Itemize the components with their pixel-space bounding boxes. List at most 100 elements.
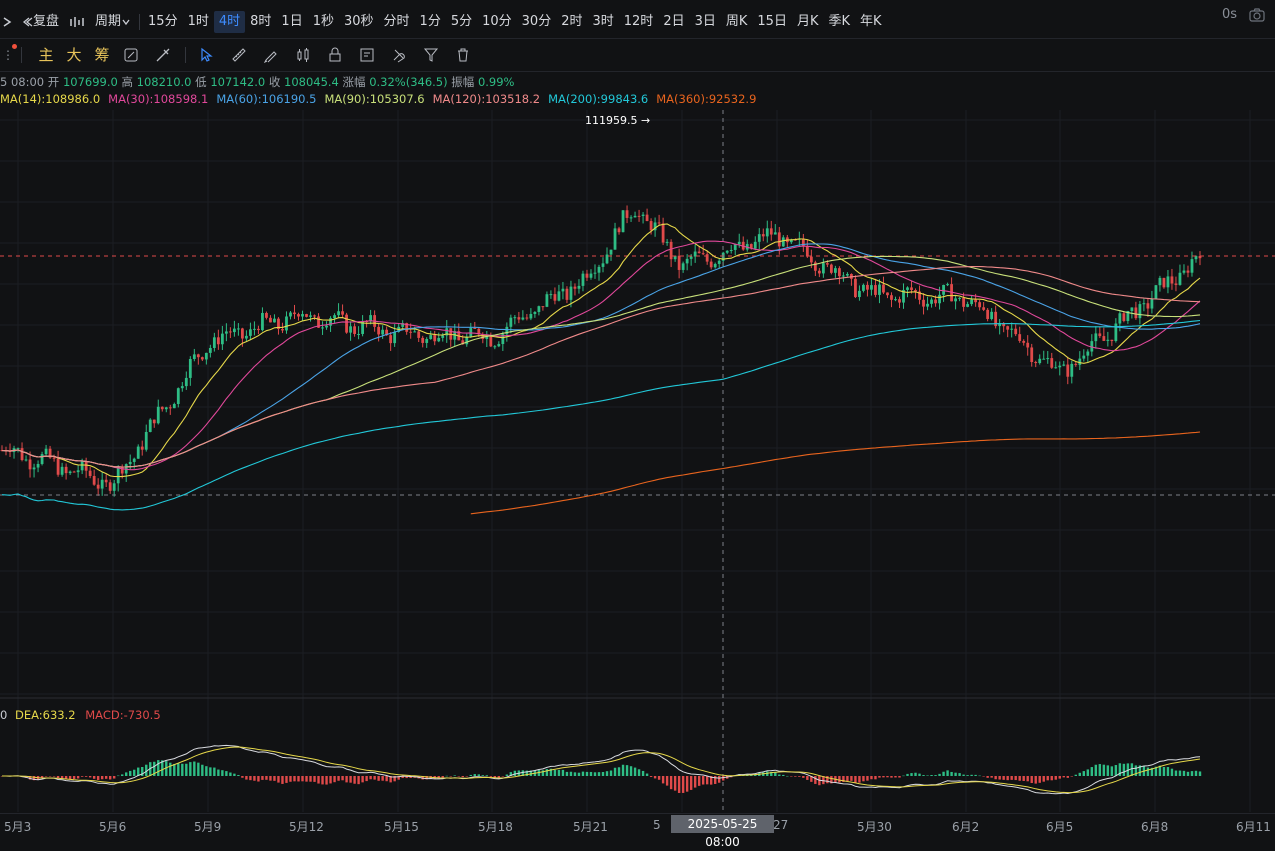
period-option[interactable]: 15分 <box>143 11 183 33</box>
macd-histogram-bar <box>846 776 849 782</box>
candle-body <box>96 484 100 489</box>
edit-indicator-icon[interactable] <box>118 42 144 68</box>
candle-body <box>537 306 541 312</box>
macd-histogram-bar <box>978 775 981 777</box>
candle-body <box>241 328 244 339</box>
macd-histogram-bar <box>1050 776 1053 781</box>
period-dropdown[interactable]: 周期 <box>90 11 136 33</box>
trash-icon[interactable] <box>450 42 476 68</box>
replay-button[interactable]: 复盘 <box>16 11 64 33</box>
macd-histogram-bar <box>693 776 697 788</box>
cursor-select-icon[interactable] <box>194 42 220 68</box>
macd-histogram-bar <box>717 776 721 783</box>
candle-body <box>1054 367 1058 369</box>
magnet-icon[interactable] <box>386 42 412 68</box>
macd-histogram-bar <box>986 776 989 778</box>
period-option[interactable]: 2日 <box>658 11 689 33</box>
period-option[interactable]: 3时 <box>587 11 618 33</box>
more-options-icon[interactable]: ⋮ <box>2 44 17 62</box>
period-option[interactable]: 1秒 <box>308 11 339 33</box>
candle-body <box>188 358 192 378</box>
candle-body <box>1162 277 1166 288</box>
moving-average-line <box>1 255 1201 468</box>
indicator-icon[interactable] <box>64 11 90 33</box>
time-axis-label: 6月8 <box>1141 820 1169 834</box>
ma-legend-item: MA(90):105307.6 <box>324 92 425 106</box>
period-option[interactable]: 分时 <box>379 11 415 33</box>
period-option[interactable]: 3日 <box>690 11 721 33</box>
candle-body <box>685 258 689 264</box>
amplitude-value: 0.99% <box>477 75 515 89</box>
candle-body <box>341 311 344 315</box>
candle-body <box>938 294 941 304</box>
period-option[interactable]: 30秒 <box>339 11 379 33</box>
candle-body <box>200 357 204 360</box>
macd-histogram-bar <box>353 776 356 784</box>
period-option[interactable]: 1日 <box>276 11 307 33</box>
period-option[interactable]: 1时 <box>183 11 214 33</box>
camera-icon[interactable] <box>1249 8 1265 25</box>
macd-histogram-bar <box>1162 767 1166 776</box>
macd-histogram-bar <box>445 775 448 777</box>
macd-histogram-bar <box>653 776 657 779</box>
candle-body <box>140 446 144 450</box>
candle-body <box>886 292 889 296</box>
period-option[interactable]: 季K <box>823 11 855 33</box>
macd-histogram-bar <box>581 771 585 776</box>
candle-body <box>577 285 581 289</box>
ruler-icon[interactable] <box>226 42 252 68</box>
candle-body <box>573 286 577 289</box>
time-axis-label: 5月21 <box>573 820 608 834</box>
period-option[interactable]: 15日 <box>752 11 792 33</box>
macd-histogram-bar <box>1166 767 1170 776</box>
filter-icon[interactable] <box>418 42 444 68</box>
notes-icon[interactable] <box>354 42 380 68</box>
macd-histogram-bar <box>657 776 661 780</box>
candle-body <box>661 223 665 243</box>
macd-histogram-bar <box>221 770 224 776</box>
period-option[interactable]: 4时 <box>213 11 246 33</box>
candle-style-icon[interactable] <box>290 42 316 68</box>
candle-body <box>1026 342 1030 348</box>
candle-body <box>1034 362 1038 364</box>
candle-body <box>377 326 381 335</box>
period-option[interactable]: 8时 <box>245 11 276 33</box>
candle-body <box>261 312 264 331</box>
candle-body <box>1154 285 1158 300</box>
candle-body <box>1070 363 1074 377</box>
main-indicator-button[interactable]: 主 <box>34 42 58 68</box>
period-option[interactable]: 30分 <box>517 11 557 33</box>
chart-type-icon[interactable] <box>0 11 16 33</box>
period-option[interactable]: 5分 <box>446 11 477 33</box>
period-option[interactable]: 2时 <box>556 11 587 33</box>
candle-body <box>825 263 829 265</box>
candle-body <box>713 263 717 268</box>
period-option[interactable]: 10分 <box>477 11 517 33</box>
candle-body <box>172 403 176 409</box>
drawing-tools-icon[interactable] <box>150 42 176 68</box>
candle-body <box>637 215 641 217</box>
candle-body <box>910 287 913 291</box>
macd-histogram-bar <box>381 776 384 781</box>
big-orders-button[interactable]: 大 <box>62 42 86 68</box>
macd-histogram-bar <box>1014 776 1017 781</box>
candle-body <box>212 337 216 348</box>
candle-body <box>112 483 116 491</box>
brush-icon[interactable] <box>258 42 284 68</box>
candle-body <box>958 297 961 299</box>
candle-body <box>116 467 120 484</box>
candle-body <box>353 326 356 334</box>
lock-icon[interactable] <box>322 42 348 68</box>
candle-body <box>922 299 925 307</box>
candlestick-chart[interactable]: 111959.5 → <box>0 0 1275 849</box>
candle-body <box>665 241 669 243</box>
period-option[interactable]: 1分 <box>415 11 446 33</box>
chip-distribution-button[interactable]: 筹 <box>90 42 114 68</box>
period-option[interactable]: 周K <box>721 11 753 33</box>
period-option[interactable]: 年K <box>855 11 887 33</box>
period-option[interactable]: 月K <box>792 11 824 33</box>
candle-body <box>232 328 236 333</box>
period-option[interactable]: 12时 <box>619 11 659 33</box>
candle-body <box>541 306 545 308</box>
macd-histogram-bar <box>886 776 889 778</box>
